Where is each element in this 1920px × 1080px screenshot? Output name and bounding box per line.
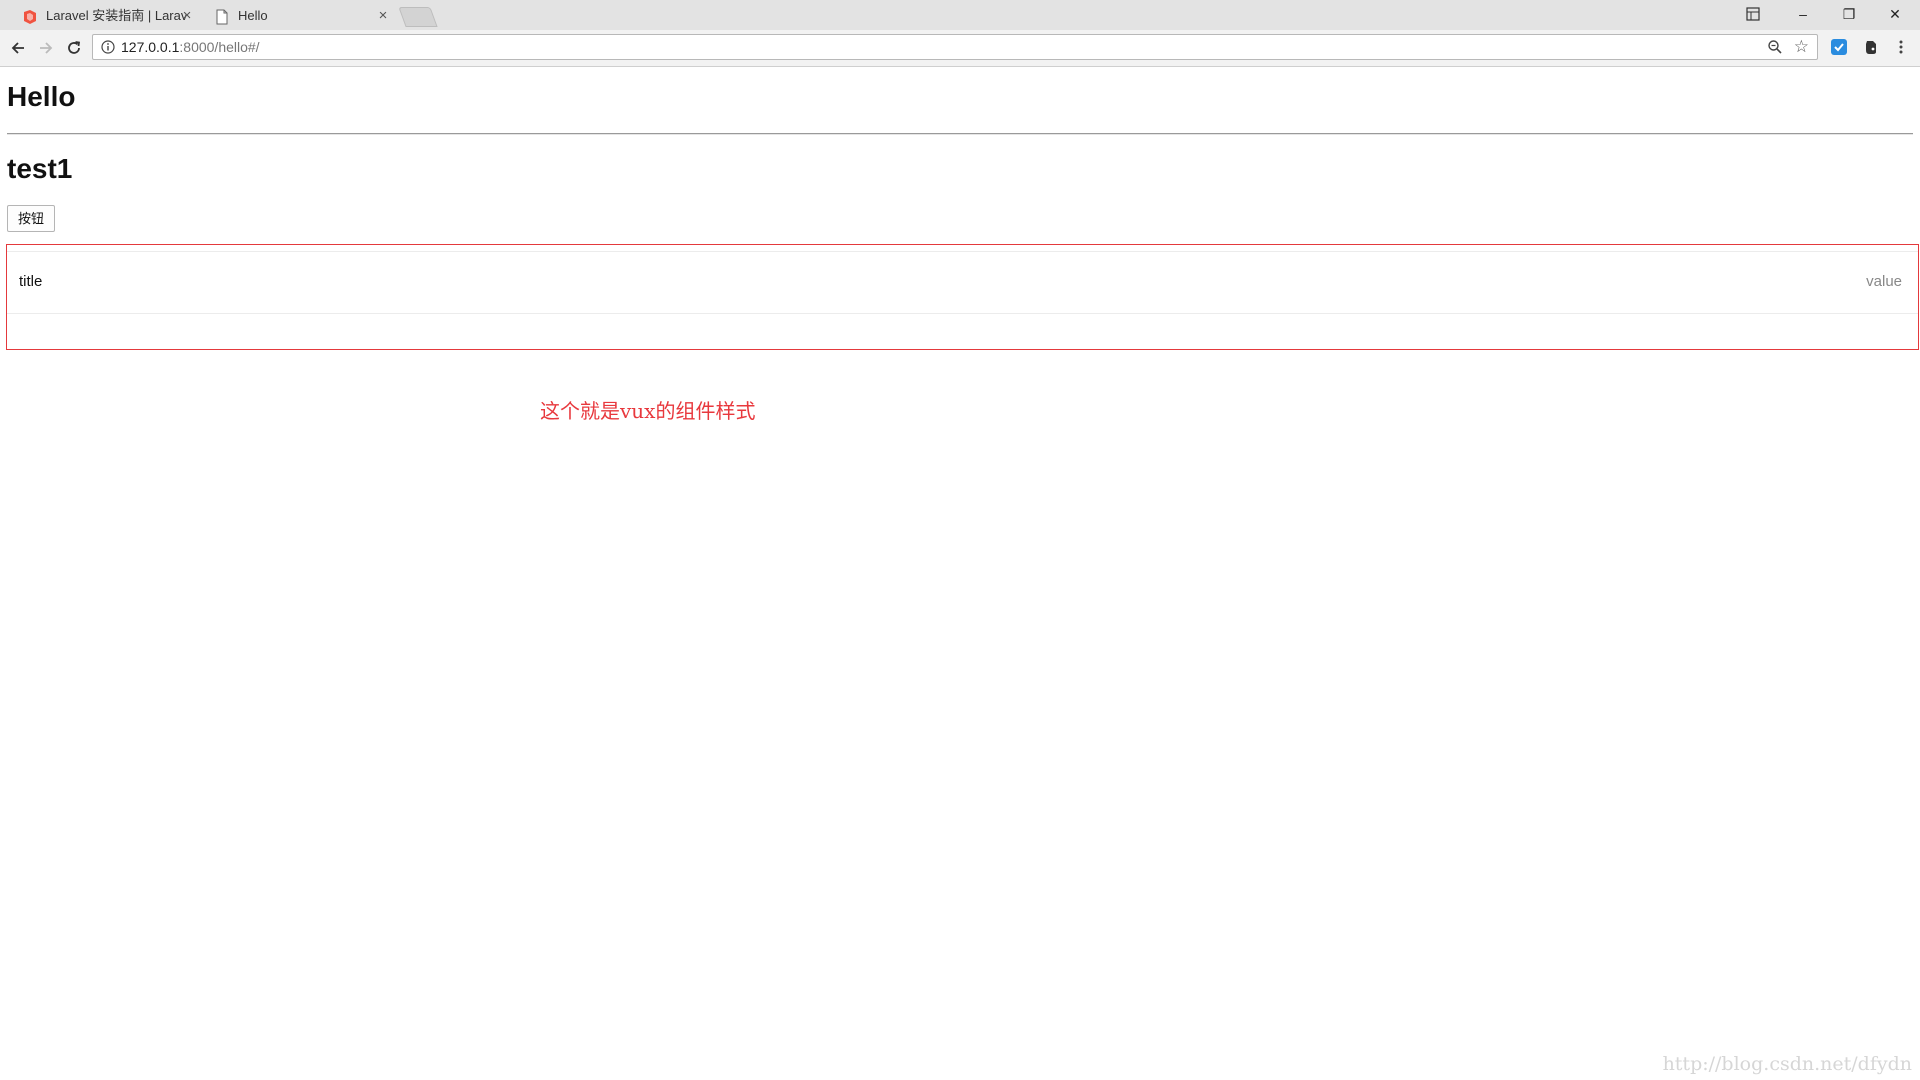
laravel-icon — [24, 10, 36, 24]
url-text[interactable]: 127.0.0.1:8000/hello#/ — [121, 35, 260, 59]
close-tab-icon[interactable]: × — [180, 2, 194, 30]
reload-button[interactable] — [62, 36, 86, 60]
menu-kebab-icon[interactable] — [1892, 38, 1910, 56]
info-icon[interactable] — [101, 40, 115, 54]
window-profile-icon — [1746, 7, 1760, 21]
forward-arrow-icon — [40, 42, 53, 54]
tab-strip: Laravel 安装指南 | Larav × Hello × – ❐ ✕ — [0, 0, 1920, 31]
extension-icon[interactable] — [1830, 38, 1848, 56]
close-window-button[interactable]: ✕ — [1872, 0, 1918, 28]
tab-label: Hello — [238, 8, 268, 23]
back-arrow-icon — [11, 42, 24, 54]
url-path: :8000/hello#/ — [179, 39, 260, 55]
evernote-extension-icon[interactable] — [1862, 38, 1880, 56]
restore-button[interactable]: ❐ — [1826, 0, 1872, 28]
zoom-icon[interactable] — [1767, 39, 1783, 55]
section-heading: test1 — [7, 153, 73, 184]
new-tab-button[interactable] — [398, 7, 438, 27]
page-content: Hello test1 按钮 title value 这个就是vux的组件样式 … — [0, 67, 1920, 1080]
page-heading: Hello — [7, 81, 76, 112]
tab-label: Laravel 安装指南 | Larav — [46, 8, 186, 23]
forward-button[interactable] — [34, 36, 58, 60]
action-button[interactable]: 按钮 — [7, 205, 55, 232]
browser-toolbar: 127.0.0.1:8000/hello#/ ☆ — [0, 30, 1920, 67]
vux-cell[interactable]: title value — [7, 252, 1918, 314]
url-host: 127.0.0.1 — [121, 39, 180, 55]
page-icon — [216, 9, 228, 25]
reload-icon — [68, 41, 81, 54]
tab-laravel[interactable]: Laravel 安装指南 | Larav × — [6, 2, 202, 30]
cell-value: value — [1866, 273, 1902, 290]
close-tab-icon[interactable]: × — [376, 2, 390, 30]
bookmark-star-icon[interactable]: ☆ — [1794, 37, 1809, 57]
vux-cell-group: title value — [6, 244, 1919, 350]
cell-title: title — [19, 273, 43, 290]
address-bar[interactable]: 127.0.0.1:8000/hello#/ ☆ — [92, 34, 1818, 60]
profile-icon[interactable] — [1730, 0, 1776, 28]
back-button[interactable] — [6, 36, 30, 60]
annotation-note: 这个就是vux的组件样式 — [540, 399, 756, 423]
horizontal-rule — [7, 133, 1913, 135]
minimize-button[interactable]: – — [1780, 0, 1826, 28]
tab-hello[interactable]: Hello × — [198, 2, 398, 30]
watermark: http://blog.csdn.net/dfydn — [1662, 1053, 1912, 1075]
